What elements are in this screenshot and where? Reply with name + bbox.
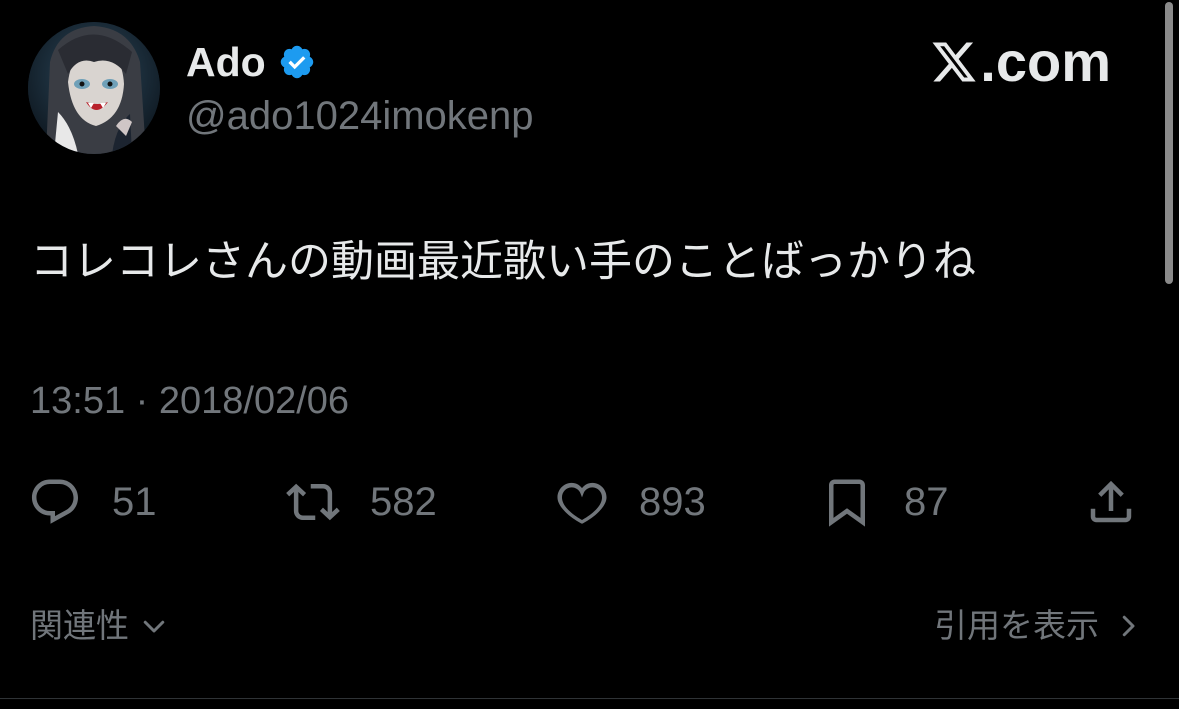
sort-label: 関連性 [30,606,129,645]
share-icon [1090,480,1132,523]
like-count: 893 [639,479,706,524]
reply-button[interactable]: 51 [28,474,157,530]
sort-relevance-dropdown[interactable]: 関連性 [30,604,169,648]
like-button[interactable]: 893 [555,474,706,530]
tweet-timestamp[interactable]: 13:51 · 2018/02/06 [30,378,349,424]
retweet-button[interactable]: 582 [286,474,437,530]
share-button[interactable] [1084,474,1138,530]
chevron-right-icon [1122,615,1135,637]
retweet-icon [286,483,340,521]
brand-domain: .com [980,30,1111,93]
author-handle[interactable]: @ado1024imokenp [186,92,534,140]
retweet-count: 582 [370,479,437,524]
divider [0,698,1179,699]
display-name-text[interactable]: Ado [186,38,266,86]
view-quotes-label: 引用を表示 [934,606,1099,645]
user-avatar[interactable] [28,22,160,154]
heart-icon [557,482,607,524]
tweet-actions: 51 582 893 87 [0,474,1179,530]
view-quotes-link[interactable]: 引用を表示 [934,604,1143,648]
author-name[interactable]: Ado [186,38,316,86]
scrollbar[interactable] [1165,2,1173,284]
tweet-text: コレコレさんの動画最近歌い手のことばっかりね [30,237,976,287]
reply-count: 51 [112,479,157,524]
verified-badge-icon [280,45,313,79]
bookmark-count: 87 [904,479,949,524]
reply-icon [31,479,79,524]
x-logo-icon [932,42,976,82]
chevron-down-icon [143,620,165,633]
x-com-brand: .com [930,32,1111,92]
bookmark-icon [829,479,865,527]
bookmark-button[interactable]: 87 [820,474,949,530]
